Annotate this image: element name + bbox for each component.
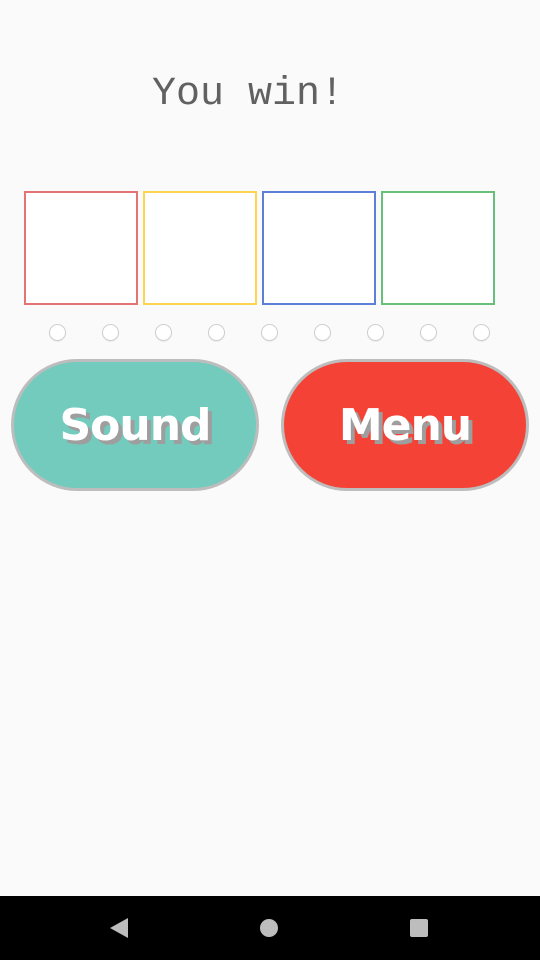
result-title: You win! xyxy=(151,72,345,117)
menu-button-label: Menu xyxy=(338,399,472,451)
back-icon[interactable] xyxy=(110,918,128,938)
indicator-dot-7 xyxy=(367,324,384,341)
indicator-dot-8 xyxy=(420,324,437,341)
menu-button[interactable]: Menu xyxy=(281,359,529,491)
color-slot-4[interactable] xyxy=(381,191,495,305)
indicator-dot-6 xyxy=(314,324,331,341)
system-navigation-bar xyxy=(0,896,540,960)
recents-icon[interactable] xyxy=(410,919,428,937)
color-slot-3[interactable] xyxy=(262,191,376,305)
sound-button[interactable]: Sound xyxy=(11,359,259,491)
indicator-dot-3 xyxy=(155,324,172,341)
sound-button-label: Sound xyxy=(59,399,211,451)
indicator-dot-5 xyxy=(261,324,278,341)
indicator-dot-1 xyxy=(49,324,66,341)
indicator-dot-9 xyxy=(473,324,490,341)
color-slot-2[interactable] xyxy=(143,191,257,305)
indicator-dot-4 xyxy=(208,324,225,341)
color-slot-1[interactable] xyxy=(24,191,138,305)
indicator-dot-2 xyxy=(102,324,119,341)
home-icon[interactable] xyxy=(260,919,278,937)
